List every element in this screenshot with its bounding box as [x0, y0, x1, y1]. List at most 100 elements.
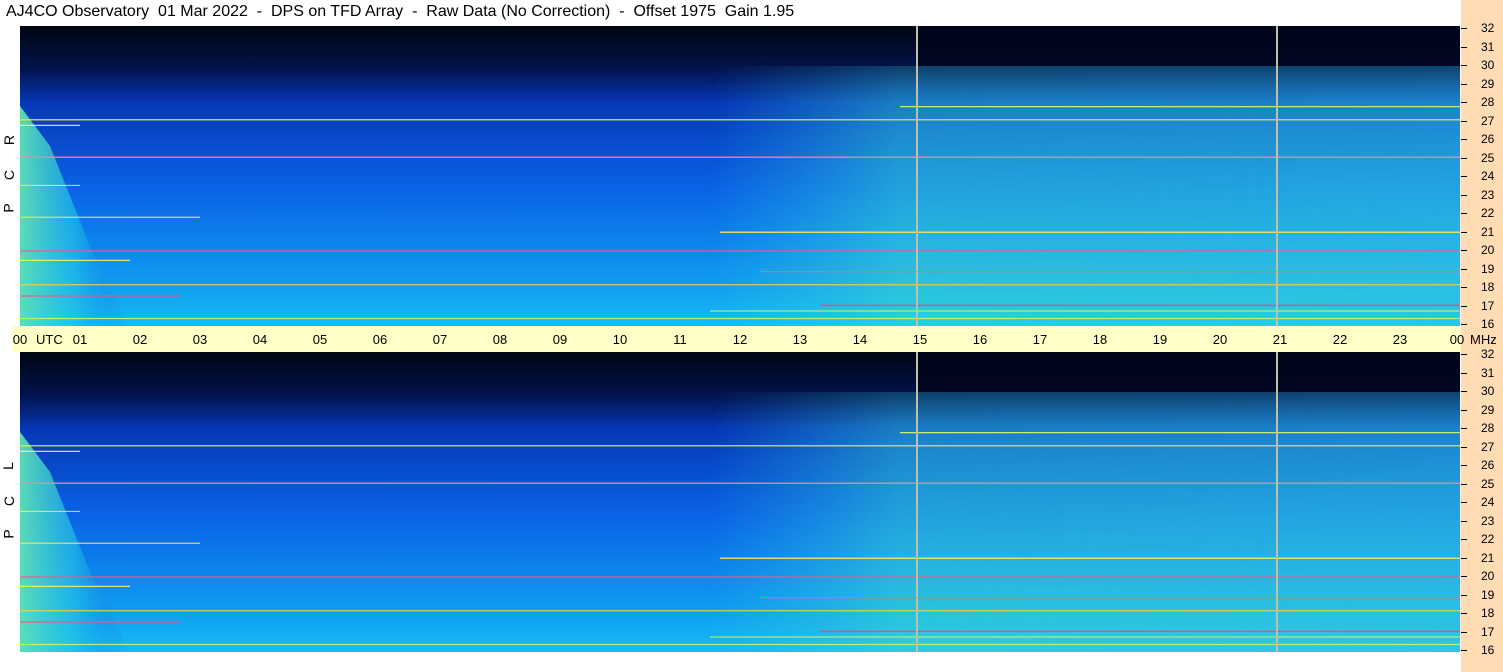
mhz-tick-label: 31 [1481, 39, 1495, 54]
mhz-tick-label: 28 [1481, 95, 1495, 109]
utc-tick-label: 21 [1272, 332, 1288, 347]
mhz-tick-mark [1461, 102, 1467, 103]
mhz-tick-mark [1461, 557, 1467, 559]
mhz-tick-label: 26 [1481, 132, 1495, 146]
mhz-tick-label: 21 [1481, 550, 1495, 565]
mhz-tick-mark [1461, 28, 1467, 29]
panel-letter-rcp: C [1, 169, 18, 181]
mhz-tick-mark [1461, 576, 1467, 577]
mhz-tick-mark [1461, 213, 1467, 214]
mhz-tick-label: 26 [1481, 458, 1495, 472]
utc-tick-label: 07 [432, 332, 448, 347]
utc-tick-label: 17 [1032, 332, 1048, 347]
utc-tick-label: 00 [12, 332, 28, 347]
mhz-tick-label: 22 [1481, 532, 1495, 546]
utc-tick-label: 02 [132, 332, 148, 347]
mhz-tick-label: 18 [1481, 280, 1495, 294]
mhz-tick-label: 17 [1481, 298, 1495, 313]
dark-band [917, 352, 1460, 392]
utc-tick-label: 15 [912, 332, 928, 347]
mhz-tick-label: 27 [1481, 113, 1495, 128]
utc-tick-label: 23 [1392, 332, 1408, 347]
mhz-tick-mark [1461, 250, 1467, 251]
mhz-tick-mark [1461, 372, 1467, 374]
utc-tick-label: 22 [1332, 332, 1348, 347]
utc-tick-label: 00 [1449, 332, 1465, 347]
mhz-tick-label: 18 [1481, 606, 1495, 620]
panel-letter-lcp: P [0, 529, 17, 539]
panel-letter-rcp: P [0, 203, 17, 213]
mhz-tick-label: 32 [1481, 347, 1495, 361]
utc-tick-label: 19 [1152, 332, 1168, 347]
mhz-tick-label: 24 [1481, 495, 1495, 509]
mhz-tick-mark [1461, 446, 1467, 448]
mhz-tick-label: 27 [1481, 439, 1495, 454]
mhz-tick-mark [1461, 428, 1467, 429]
utc-tick-label: 09 [552, 332, 568, 347]
mhz-tick-mark [1461, 287, 1467, 288]
utc-tick-label: 18 [1092, 332, 1108, 347]
panel-letter-lcp: L [0, 462, 16, 470]
spectrogram-rcp [20, 26, 1460, 326]
mhz-tick-mark [1461, 520, 1467, 522]
mhz-tick-mark [1461, 502, 1467, 503]
mhz-tick-mark [1461, 465, 1467, 466]
mhz-tick-mark [1461, 594, 1467, 596]
utc-tick-label: 12 [732, 332, 748, 347]
mhz-tick-mark [1461, 391, 1467, 392]
mhz-tick-mark [1461, 613, 1467, 614]
utc-unit-label: UTC [36, 332, 63, 347]
utc-tick-label: 05 [312, 332, 328, 347]
mhz-tick-label: 29 [1481, 76, 1495, 91]
activity-region-late [710, 392, 1460, 652]
mhz-tick-mark [1461, 83, 1467, 85]
utc-tick-label: 11 [673, 332, 687, 347]
utc-tick-label: 10 [612, 332, 628, 347]
mhz-tick-label: 30 [1481, 384, 1495, 398]
mhz-tick-mark [1461, 631, 1467, 633]
activity-region-late [710, 66, 1460, 326]
utc-tick-label: 08 [492, 332, 508, 347]
panel-letter-rcp: R [1, 134, 18, 146]
mhz-tick-label: 29 [1481, 402, 1495, 417]
mhz-tick-label: 25 [1481, 150, 1495, 165]
mhz-tick-label: 20 [1481, 243, 1495, 257]
chart-title: AJ4CO Observatory 01 Mar 2022 - DPS on T… [6, 3, 795, 20]
mhz-tick-label: 21 [1481, 224, 1495, 239]
mhz-tick-mark [1461, 650, 1467, 651]
dark-band [917, 26, 1460, 66]
panel-letter-lcp: C [1, 495, 18, 507]
mhz-tick-mark [1461, 139, 1467, 140]
mhz-tick-mark [1461, 409, 1467, 411]
spectrogram-lcp [20, 352, 1460, 652]
mhz-tick-mark [1461, 65, 1467, 66]
mhz-tick-label: 19 [1481, 261, 1495, 276]
utc-tick-label: 01 [72, 332, 88, 347]
utc-tick-label: 06 [372, 332, 388, 347]
mhz-tick-label: 23 [1481, 513, 1495, 528]
mhz-tick-label: 16 [1481, 317, 1495, 331]
mhz-tick-mark [1461, 354, 1467, 355]
mhz-tick-mark [1461, 268, 1467, 270]
mhz-tick-label: 30 [1481, 58, 1495, 72]
mhz-tick-label: 16 [1481, 643, 1495, 657]
mhz-tick-label: 17 [1481, 624, 1495, 639]
utc-tick-label: 03 [192, 332, 208, 347]
mhz-tick-label: 25 [1481, 476, 1495, 491]
utc-tick-label: 14 [852, 332, 868, 347]
mhz-tick-mark [1461, 539, 1467, 540]
mhz-tick-label: 31 [1481, 365, 1495, 380]
mhz-tick-label: 20 [1481, 569, 1495, 583]
mhz-tick-label: 23 [1481, 187, 1495, 202]
mhz-tick-mark [1461, 231, 1467, 233]
utc-tick-label: 20 [1212, 332, 1228, 347]
mhz-tick-label: 32 [1481, 21, 1495, 35]
mhz-tick-mark [1461, 483, 1467, 485]
mhz-tick-mark [1461, 157, 1467, 159]
mhz-tick-label: 22 [1481, 206, 1495, 220]
mhz-tick-mark [1461, 176, 1467, 177]
mhz-tick-mark [1461, 46, 1467, 48]
mhz-tick-label: 28 [1481, 421, 1495, 435]
mhz-tick-label: 24 [1481, 169, 1495, 183]
mhz-tick-mark [1461, 305, 1467, 307]
